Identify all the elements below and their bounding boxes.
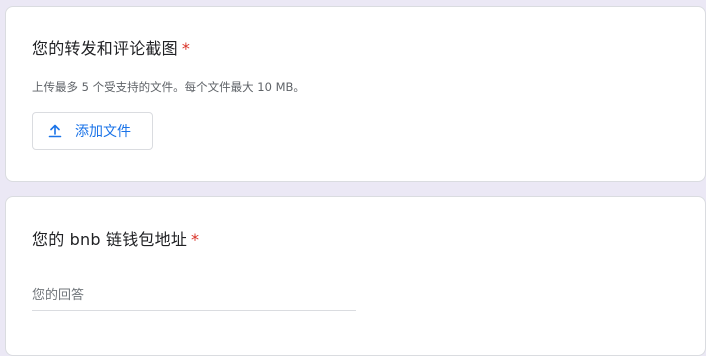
wallet-address-input[interactable] <box>32 281 356 309</box>
add-file-button[interactable]: 添加文件 <box>32 112 153 150</box>
question-title: 您的 bnb 链钱包地址 * <box>32 226 199 250</box>
add-file-button-label: 添加文件 <box>75 124 131 140</box>
question-title: 您的转发和评论截图 * <box>32 35 190 59</box>
question-card-wallet-address: 您的 bnb 链钱包地址 * <box>5 196 706 356</box>
required-asterisk: * <box>191 230 200 249</box>
question-card-screenshot-upload: 您的转发和评论截图 * 上传最多 5 个受支持的文件。每个文件最大 10 MB。 … <box>5 6 706 182</box>
upload-help-text: 上传最多 5 个受支持的文件。每个文件最大 10 MB。 <box>32 80 305 94</box>
upload-icon <box>47 123 63 139</box>
question-title-text: 您的转发和评论截图 <box>32 39 178 58</box>
required-asterisk: * <box>181 39 191 58</box>
question-title-text: 您的 bnb 链钱包地址 <box>32 230 188 249</box>
wallet-address-field <box>32 281 356 311</box>
